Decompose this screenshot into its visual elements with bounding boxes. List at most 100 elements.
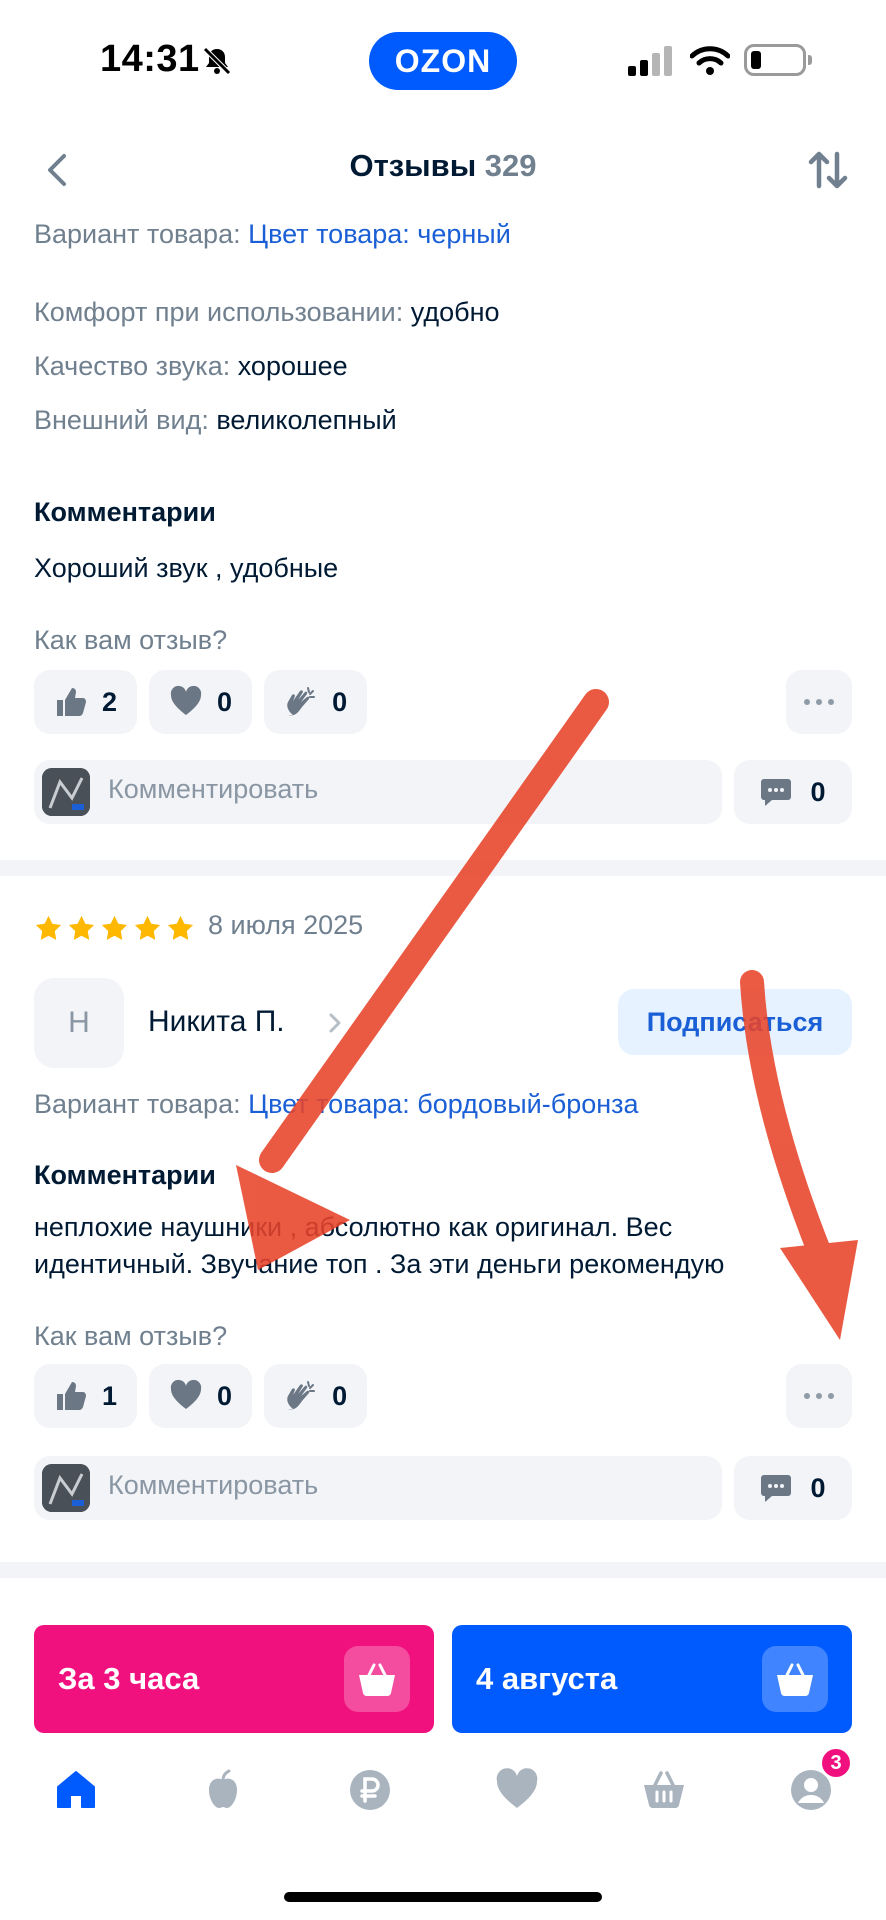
attribute-comfort: Комфорт при использовании: удобно	[34, 294, 500, 330]
like-count: 1	[102, 1380, 118, 1411]
nav-favorites[interactable]	[487, 1760, 547, 1820]
comments-title: Комментарии	[34, 1160, 216, 1190]
clap-button[interactable]: 0	[264, 1364, 368, 1428]
comments-count-button[interactable]: 0	[734, 760, 852, 824]
battery-icon	[744, 44, 812, 76]
heart-icon	[496, 1768, 538, 1808]
review-comment-line: неплохие наушники , абсолютно как оригин…	[34, 1212, 673, 1242]
more-dot	[828, 1393, 834, 1399]
basket-icon	[777, 1663, 813, 1696]
basket-icon-box	[344, 1646, 410, 1712]
comment-input[interactable]: Комментировать	[34, 760, 722, 824]
bell-muted-icon	[203, 47, 231, 75]
sort-icon[interactable]	[804, 146, 852, 194]
review-comment: неплохие наушники , абсолютно как оригин…	[34, 1209, 854, 1283]
review-question: Как вам отзыв?	[34, 625, 228, 655]
variant-label: Вариант товара:	[34, 1089, 241, 1119]
thumbs-up-icon	[57, 688, 86, 716]
section-divider	[0, 860, 886, 876]
attribute-value: удобно	[410, 297, 500, 327]
heart-icon	[170, 1379, 202, 1409]
clap-icon	[287, 1381, 316, 1410]
header: Отзывы 329	[0, 120, 886, 220]
basket-icon	[644, 1771, 684, 1808]
attribute-label: Комфорт при использовании:	[34, 297, 404, 327]
more-dot	[816, 1393, 822, 1399]
attribute-label: Качество звука:	[34, 351, 231, 381]
reviews-count: 329	[484, 148, 537, 183]
more-options-button[interactable]	[786, 670, 852, 734]
rating-stars	[34, 914, 195, 943]
author-name[interactable]: Никита П.	[148, 1005, 285, 1039]
basket-icon	[359, 1663, 395, 1696]
ozon-logo: OZON	[369, 32, 517, 90]
apple-icon	[209, 1769, 237, 1808]
review2-variant: Вариант товара: Цвет товара: бордовый-бр…	[34, 1086, 639, 1122]
status-time: 14:31	[100, 38, 200, 80]
attribute-label: Внешний вид:	[34, 405, 209, 435]
home-indicator	[284, 1892, 602, 1902]
star-icon	[68, 915, 95, 940]
star-icon	[134, 915, 161, 940]
review-comment-line: идентичный. Звучание топ . За эти деньги…	[34, 1249, 725, 1279]
more-dot	[804, 699, 810, 705]
comment-input[interactable]: Комментировать	[34, 1456, 722, 1520]
clap-count: 0	[332, 1380, 348, 1411]
nav-fresh[interactable]	[193, 1760, 253, 1820]
nav-cart[interactable]	[634, 1760, 694, 1820]
more-dot	[816, 699, 822, 705]
comment-placeholder: Комментировать	[108, 1470, 319, 1500]
bottom-nav: 3	[0, 1746, 886, 1840]
user-avatar	[42, 1464, 90, 1512]
heart-count: 0	[217, 686, 233, 717]
star-icon	[101, 915, 128, 940]
variant-label: Вариант товара:	[34, 219, 241, 249]
page-title: Отзывы 329	[0, 148, 886, 184]
heart-button[interactable]: 0	[149, 1364, 253, 1428]
more-options-button[interactable]	[786, 1364, 852, 1428]
attribute-value: хорошее	[237, 351, 348, 381]
attribute-appearance: Внешний вид: великолепный	[34, 402, 397, 438]
nav-finance[interactable]	[340, 1760, 400, 1820]
reactions-bar: 2 0 0	[34, 670, 368, 734]
profile-badge: 3	[819, 1746, 853, 1780]
section-divider	[0, 1562, 886, 1578]
variant-value[interactable]: Цвет товара: черный	[248, 219, 511, 249]
heart-button[interactable]: 0	[149, 670, 253, 734]
review-comment: Хороший звук , удобные	[34, 553, 339, 583]
chat-bubble-icon	[761, 1475, 792, 1502]
comments-count: 0	[810, 1472, 826, 1503]
home-icon	[57, 1771, 95, 1808]
user-avatar	[42, 768, 90, 816]
like-button[interactable]: 2	[34, 670, 138, 734]
heart-count: 0	[217, 1380, 233, 1411]
star-icon	[35, 915, 62, 940]
author-avatar[interactable]: Н	[34, 978, 124, 1068]
thumbs-up-icon	[57, 1382, 86, 1410]
clap-button[interactable]: 0	[264, 670, 368, 734]
review-date: 8 июля 2025	[208, 910, 364, 940]
heart-icon	[170, 685, 202, 715]
attribute-sound: Качество звука: хорошее	[34, 348, 348, 384]
variant-value[interactable]: Цвет товара: бордовый-бронза	[248, 1089, 638, 1119]
buy-date-button[interactable]: 4 августа	[452, 1625, 852, 1733]
subscribe-button[interactable]: Подписаться	[618, 989, 852, 1055]
clap-count: 0	[332, 686, 348, 717]
wifi-icon	[690, 46, 730, 75]
reactions-bar: 1 0 0	[34, 1364, 368, 1428]
signal-icon	[628, 46, 672, 76]
attribute-value: великолепный	[216, 405, 397, 435]
buy-fast-button[interactable]: За 3 часа	[34, 1625, 434, 1733]
comments-count-button[interactable]: 0	[734, 1456, 852, 1520]
clap-icon	[287, 687, 316, 716]
more-dot	[828, 699, 834, 705]
star-icon	[167, 915, 194, 940]
nav-profile[interactable]: 3	[781, 1746, 853, 1820]
nav-home[interactable]	[46, 1760, 106, 1820]
comment-placeholder: Комментировать	[108, 774, 319, 804]
chevron-right-icon	[329, 1013, 341, 1033]
comments-count: 0	[810, 776, 826, 807]
review1-variant: Вариант товара: Цвет товара: черный	[34, 216, 511, 252]
ruble-icon	[350, 1770, 390, 1810]
like-button[interactable]: 1	[34, 1364, 138, 1428]
